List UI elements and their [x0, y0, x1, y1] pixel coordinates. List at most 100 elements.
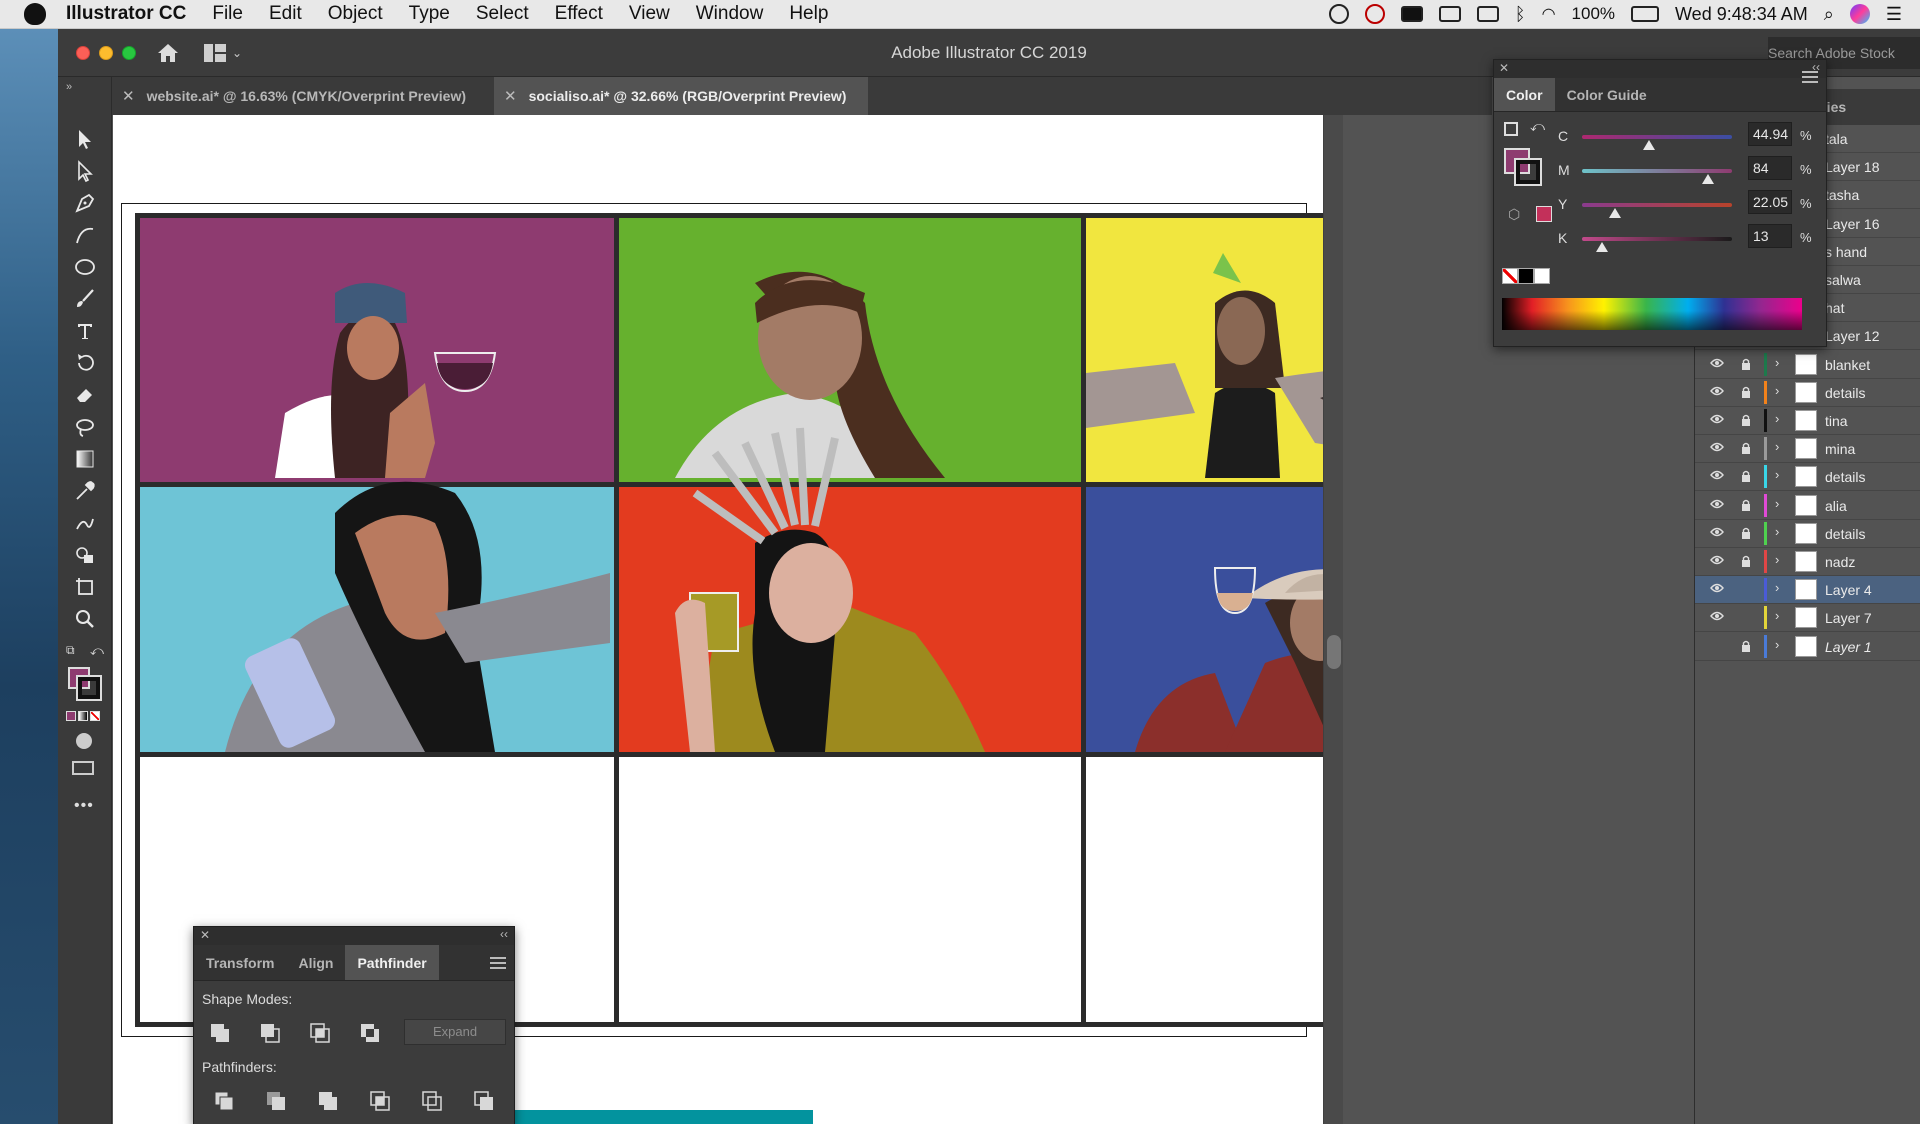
- screen-mode-icon[interactable]: [72, 761, 94, 775]
- minus-back-icon[interactable]: [472, 1089, 496, 1113]
- panel-salwa[interactable]: [1086, 218, 1323, 482]
- gamut-swatch[interactable]: [1536, 206, 1552, 222]
- slider-thumb[interactable]: [1702, 174, 1714, 184]
- panel-empty-2[interactable]: [619, 757, 1081, 1022]
- expand-layer-chevron-icon[interactable]: ›: [1775, 580, 1779, 595]
- none-swatch[interactable]: [1502, 268, 1518, 284]
- layer-name[interactable]: s hand: [1825, 244, 1867, 260]
- black-swatch[interactable]: [1518, 268, 1534, 284]
- layer-row[interactable]: › Layer 1: [1695, 633, 1920, 661]
- layer-name[interactable]: details: [1825, 385, 1865, 401]
- expand-layer-chevron-icon[interactable]: ›: [1775, 355, 1779, 370]
- none-mode-icon[interactable]: [90, 711, 100, 721]
- type-tool[interactable]: [71, 317, 99, 345]
- zoom-tool[interactable]: [71, 605, 99, 633]
- shape-builder-tool[interactable]: [71, 541, 99, 569]
- expand-layer-chevron-icon[interactable]: ›: [1775, 637, 1779, 652]
- swap-fill-stroke-icon[interactable]: ⧉: [66, 643, 82, 659]
- slider-thumb[interactable]: [1609, 208, 1622, 218]
- lock-icon[interactable]: [1741, 386, 1751, 398]
- expand-layer-chevron-icon[interactable]: ›: [1775, 411, 1779, 426]
- close-window-button[interactable]: [76, 46, 90, 60]
- notifications-icon[interactable]: [1400, 6, 1423, 22]
- layer-name[interactable]: nadz: [1825, 554, 1855, 570]
- default-colors-icon[interactable]: [1504, 122, 1518, 136]
- layer-row[interactable]: › tina: [1695, 407, 1920, 435]
- rotate-tool[interactable]: [71, 349, 99, 377]
- pen-tool[interactable]: [71, 189, 99, 217]
- expand-layer-chevron-icon[interactable]: ›: [1775, 439, 1779, 454]
- divide-icon[interactable]: [212, 1089, 236, 1113]
- layer-row[interactable]: › mina: [1695, 435, 1920, 464]
- visibility-eye-icon[interactable]: [1710, 611, 1724, 621]
- expand-button[interactable]: Expand: [404, 1019, 506, 1045]
- layer-row[interactable]: › Layer 4: [1695, 576, 1920, 605]
- scrollbar-thumb[interactable]: [1327, 635, 1341, 669]
- layer-name[interactable]: Layer 7: [1825, 610, 1872, 626]
- visibility-eye-icon[interactable]: [1710, 583, 1724, 593]
- tab-color-guide[interactable]: Color Guide: [1555, 78, 1659, 111]
- gradient-mode-icon[interactable]: [78, 711, 88, 721]
- eyedropper-tool[interactable]: [71, 477, 99, 505]
- toolbar-collapse-icon[interactable]: »: [66, 81, 72, 93]
- close-panel-icon[interactable]: ✕: [200, 928, 210, 942]
- puppet-warp-tool[interactable]: [71, 509, 99, 537]
- expand-layer-chevron-icon[interactable]: ›: [1775, 552, 1779, 567]
- minus-front-icon[interactable]: [258, 1021, 282, 1045]
- zoom-window-button[interactable]: [122, 46, 136, 60]
- out-of-gamut-icon[interactable]: ⬡: [1508, 206, 1520, 223]
- expand-layer-chevron-icon[interactable]: ›: [1775, 524, 1779, 539]
- close-tab-icon[interactable]: ✕: [504, 87, 517, 105]
- channel-value-field[interactable]: [1748, 122, 1792, 146]
- tab-socialiso-ai[interactable]: ✕ socialiso.ai* @ 32.66% (RGB/Overprint …: [494, 77, 868, 115]
- unite-icon[interactable]: [208, 1021, 232, 1045]
- printer-icon[interactable]: [1438, 6, 1461, 22]
- layer-name[interactable]: Layer 18: [1825, 159, 1879, 175]
- slider-yellow[interactable]: Y %: [1558, 190, 1828, 220]
- color-panel-titlebar[interactable]: ✕ ‹‹: [1494, 60, 1826, 78]
- menu-window[interactable]: Window: [696, 3, 764, 25]
- crop-icon[interactable]: [368, 1089, 392, 1113]
- swap-colors-icon[interactable]: ⤺: [1530, 118, 1545, 135]
- edit-toolbar-button[interactable]: •••: [74, 797, 94, 815]
- channel-value-field[interactable]: [1748, 190, 1792, 214]
- visibility-eye-icon[interactable]: [1710, 386, 1724, 396]
- paintbrush-tool[interactable]: [71, 285, 99, 313]
- channel-value-field[interactable]: [1748, 224, 1792, 248]
- slider-black[interactable]: K %: [1558, 224, 1828, 254]
- visibility-eye-icon[interactable]: [1710, 499, 1724, 509]
- ellipse-tool[interactable]: [71, 253, 99, 281]
- menu-select[interactable]: Select: [476, 3, 529, 25]
- artwork-grid[interactable]: [135, 213, 1323, 1027]
- wifi-icon[interactable]: ◠: [1542, 4, 1556, 24]
- spotlight-search-icon[interactable]: ⌕: [1824, 4, 1834, 25]
- tab-transform[interactable]: Transform: [194, 945, 286, 980]
- layer-row[interactable]: › blanket: [1695, 351, 1920, 379]
- swap-arrow-icon[interactable]: ⤺: [90, 643, 104, 659]
- expand-layer-chevron-icon[interactable]: ›: [1775, 383, 1779, 398]
- home-icon[interactable]: [156, 41, 180, 65]
- artboard-tool[interactable]: [71, 573, 99, 601]
- menu-effect[interactable]: Effect: [555, 3, 603, 25]
- layer-name[interactable]: Layer 12: [1825, 328, 1879, 344]
- layer-name[interactable]: mina: [1825, 441, 1855, 457]
- menu-type[interactable]: Type: [409, 3, 450, 25]
- lock-icon[interactable]: [1741, 499, 1751, 511]
- lock-icon[interactable]: [1741, 527, 1751, 539]
- color-mode-buttons[interactable]: [66, 711, 100, 721]
- app-menu[interactable]: Illustrator CC: [66, 3, 186, 25]
- menu-view[interactable]: View: [629, 3, 670, 25]
- lock-icon[interactable]: [1741, 442, 1751, 455]
- slider-track[interactable]: [1582, 169, 1732, 173]
- vertical-scrollbar[interactable]: [1323, 115, 1343, 1124]
- layer-name[interactable]: Layer 4: [1825, 582, 1872, 598]
- white-swatch[interactable]: [1534, 268, 1550, 284]
- color-spectrum[interactable]: [1502, 298, 1802, 330]
- layer-name[interactable]: hat: [1825, 300, 1844, 316]
- menu-object[interactable]: Object: [328, 3, 383, 25]
- tab-align[interactable]: Align: [286, 945, 345, 980]
- gradient-tool[interactable]: [71, 445, 99, 473]
- slider-track[interactable]: [1582, 237, 1732, 241]
- menu-edit[interactable]: Edit: [269, 3, 302, 25]
- expand-layer-chevron-icon[interactable]: ›: [1775, 496, 1779, 511]
